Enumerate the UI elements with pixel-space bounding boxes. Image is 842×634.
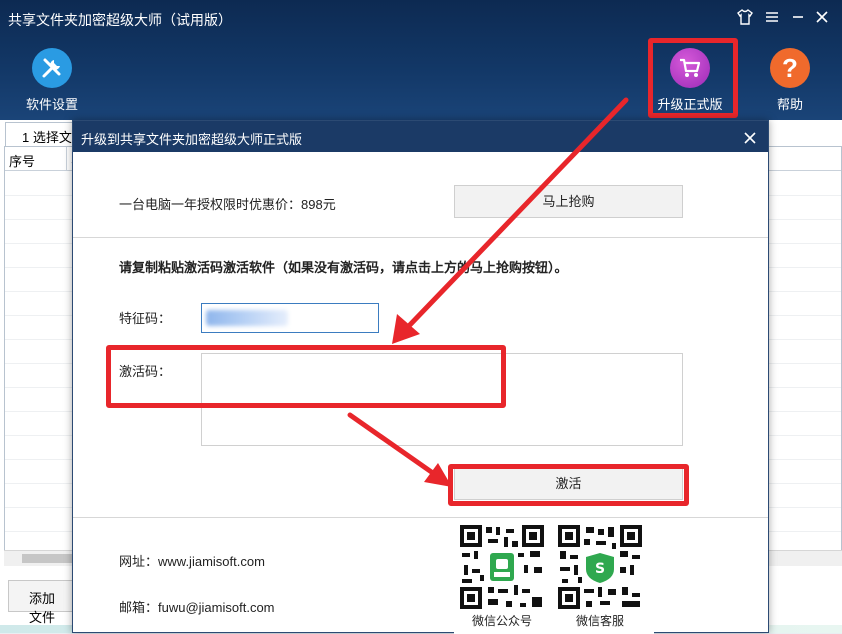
buy-now-button[interactable]: 马上抢购: [454, 185, 683, 218]
price-text: 一台电脑一年授权限时优惠价：898元: [119, 197, 336, 212]
minimize-icon[interactable]: [787, 8, 809, 30]
settings-button[interactable]: 软件设置: [12, 48, 92, 113]
dialog-close-icon[interactable]: [740, 125, 760, 150]
feature-code-redacted: [206, 310, 288, 326]
wrench-icon: [32, 48, 72, 88]
shirt-icon[interactable]: [734, 8, 756, 30]
help-button[interactable]: ? 帮助: [750, 48, 830, 113]
feature-code-field[interactable]: [201, 303, 379, 333]
app-title: 共享文件夹加密超级大师（试用版）: [8, 12, 232, 28]
feature-code-label: 特征码：: [119, 311, 172, 326]
dialog-title: 升级到共享文件夹加密超级大师正式版: [81, 132, 303, 147]
scrollbar-thumb[interactable]: [22, 554, 72, 563]
qr-code-official: [458, 523, 546, 611]
qr-caption-service: 微信客服: [575, 614, 624, 628]
qr-caption-official: 微信公众号: [471, 614, 532, 628]
hamburger-icon[interactable]: [761, 8, 783, 30]
activate-button-highlight-box: [448, 464, 689, 506]
email-text: 邮箱：fuwu@jiamisoft.com: [119, 600, 275, 615]
dialog-titlebar: 升级到共享文件夹加密超级大师正式版: [73, 121, 768, 152]
svg-text:S: S: [595, 561, 605, 577]
divider: [73, 517, 768, 518]
qr-panel: S 微信公众号 微信客服: [454, 519, 654, 634]
help-label: 帮助: [776, 97, 803, 112]
settings-label: 软件设置: [25, 97, 78, 112]
question-icon: ?: [770, 48, 810, 88]
website-text: 网址：www.jiamisoft.com: [119, 554, 265, 569]
col-index[interactable]: 序号: [5, 147, 67, 170]
activation-instruction: 请复制粘贴激活码激活软件（如果没有激活码，请点击上方的马上抢购按钮）。: [119, 260, 568, 275]
close-icon[interactable]: [811, 8, 833, 30]
divider: [73, 237, 768, 238]
qr-code-service: S: [556, 523, 644, 611]
activation-field-highlight-box: [106, 345, 506, 408]
upgrade-highlight-box: [648, 38, 738, 118]
